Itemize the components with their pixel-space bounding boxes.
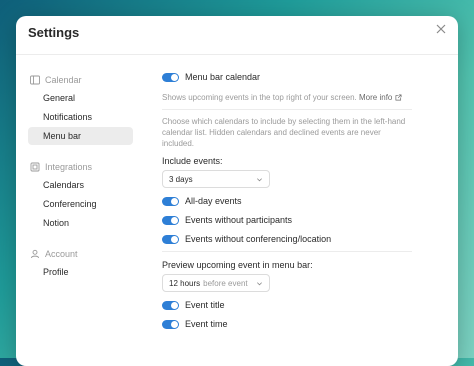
toggle-row: Event time [162,319,412,329]
settings-content: Menu bar calendar Shows upcoming events … [162,72,412,329]
sidebar-section-calendar: Calendar [28,72,148,88]
toggle-label: Event time [185,319,228,329]
sidebar-item-menu-bar[interactable]: Menu bar [28,127,133,145]
preview-label: Preview upcoming event in menu bar: [162,260,313,270]
sidebar-section-integrations: Integrations [28,159,148,175]
events-without-conferencing-toggle[interactable] [162,234,179,244]
toggle-row: All-day events [162,196,412,206]
menu-bar-calendar-row: Menu bar calendar [162,72,412,82]
section-divider [162,251,412,252]
sidebar-item-conferencing[interactable]: Conferencing [28,195,133,213]
integrations-icon [30,162,40,172]
menu-bar-calendar-label: Menu bar calendar [185,72,261,82]
sidebar-item-calendars[interactable]: Calendars [28,176,133,194]
all-day-events-toggle[interactable] [162,196,179,206]
preview-value-wrap: 12 hours before event [169,279,248,288]
settings-window: Settings Calendar General Notifications … [16,16,458,366]
toggle-label: Events without participants [185,215,293,225]
preview-value: 12 hours [169,278,201,288]
header-divider [16,54,458,55]
external-link-icon [395,94,402,101]
sidebar-section-account: Account [28,246,148,262]
include-events-value: 3 days [169,174,193,184]
toggle-label: Events without conferencing/location [185,234,332,244]
include-events-label: Include events: [162,156,223,166]
calendars-hint: Choose which calendars to include by sel… [162,117,406,148]
description-text: Shows upcoming events in the top right o… [162,93,357,102]
user-icon [31,249,39,259]
toggle-label: Event title [185,300,225,310]
sidebar-section-label: Calendar [45,75,82,85]
sidebar-item-general[interactable]: General [28,89,133,107]
close-icon[interactable] [434,22,448,36]
more-info-text: More info [359,93,393,102]
section-divider [162,109,412,110]
events-without-participants-toggle[interactable] [162,215,179,225]
preview-suffix: before event [203,278,248,288]
calendar-icon [30,75,40,85]
sidebar-item-profile[interactable]: Profile [28,263,133,281]
chevron-down-icon [257,281,262,285]
sidebar-item-notion[interactable]: Notion [28,214,133,232]
window-title: Settings [28,25,80,40]
toggle-label: All-day events [185,196,242,206]
sidebar: Calendar General Notifications Menu bar … [28,72,148,281]
event-title-toggle[interactable] [162,300,179,310]
include-events-select[interactable]: 3 days [162,170,270,188]
sidebar-section-label: Integrations [45,162,93,172]
toggle-row: Events without participants [162,215,412,225]
event-time-toggle[interactable] [162,319,179,329]
toggle-row: Event title [162,300,412,310]
menu-bar-calendar-toggle[interactable] [162,72,179,82]
menu-bar-description: Shows upcoming events in the top right o… [162,92,412,103]
more-info-link[interactable]: More info [359,93,402,102]
chevron-down-icon [257,177,262,181]
sidebar-section-label: Account [45,249,78,259]
toggle-row: Events without conferencing/location [162,234,412,244]
preview-select[interactable]: 12 hours before event [162,274,270,292]
sidebar-item-notifications[interactable]: Notifications [28,108,133,126]
